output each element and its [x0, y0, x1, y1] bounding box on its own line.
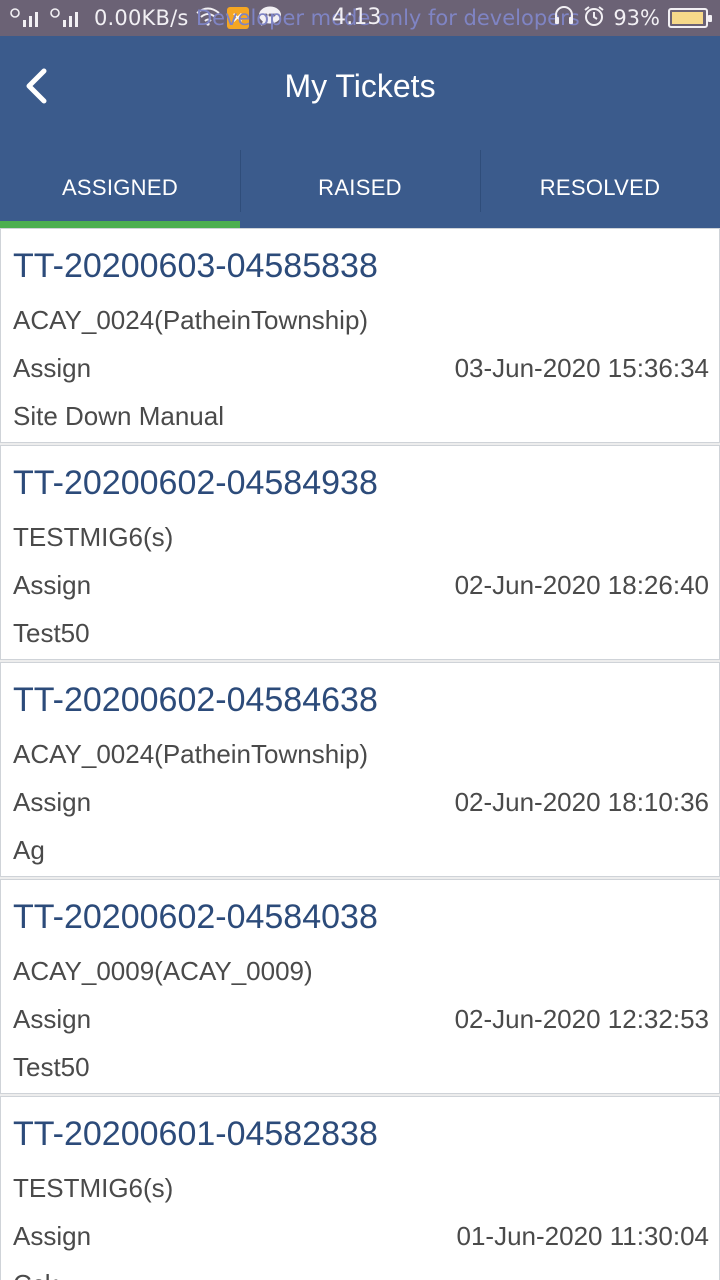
headset-icon [553, 5, 575, 32]
ticket-card[interactable]: TT-20200602-04584938 TESTMIG6(s) Assign … [0, 445, 720, 660]
ticket-site: ACAY_0024(PatheinTownship) [13, 739, 369, 769]
ticket-description: Site Down Manual [13, 401, 224, 431]
ticket-site: ACAY_0009(ACAY_0009) [13, 956, 313, 986]
alarm-icon [583, 5, 605, 32]
signal-icon [50, 8, 84, 28]
ticket-date: 02-Jun-2020 18:26:40 [454, 570, 709, 600]
ticket-status: Assign [13, 1004, 92, 1034]
ticket-description: Test50 [13, 618, 90, 648]
ticket-description: Test50 [13, 1052, 90, 1082]
ticket-list: TT-20200603-04585838 ACAY_0024(PatheinTo… [0, 228, 720, 1280]
tab-label: RAISED [318, 175, 402, 200]
network-speed: 0.00KB/s [94, 6, 189, 30]
app-header: My Tickets ASSIGNED RAISED RESOLVED [0, 36, 720, 228]
ticket-card[interactable]: TT-20200603-04585838 ACAY_0024(PatheinTo… [0, 228, 720, 443]
ticket-site: TESTMIG6(s) [13, 522, 174, 552]
tab-label: RESOLVED [539, 175, 661, 200]
ticket-status: Assign [13, 1221, 92, 1251]
tab-label: ASSIGNED [61, 175, 179, 200]
ticket-description: Cck [13, 1269, 58, 1280]
ticket-id: TT-20200603-04585838 [13, 247, 378, 285]
ticket-status: Assign [13, 787, 92, 817]
status-time: 4:13 [332, 5, 382, 30]
status-bar: 0.00KB/s ✕ Developer mode only for devel… [0, 0, 720, 36]
ticket-date: 01-Jun-2020 11:30:04 [456, 1221, 710, 1251]
ticket-card[interactable]: TT-20200602-04584638 ACAY_0024(PatheinTo… [0, 662, 720, 877]
page-title: My Tickets [284, 68, 436, 104]
ticket-status: Assign [13, 353, 92, 383]
battery-icon [668, 8, 712, 28]
ticket-status: Assign [13, 570, 92, 600]
battery-percent: 93% [613, 6, 660, 30]
developer-mode-notice: Developer mode only for developers [196, 6, 580, 30]
ticket-date: 02-Jun-2020 18:10:36 [454, 787, 709, 817]
ticket-site: ACAY_0024(PatheinTownship) [13, 305, 369, 335]
tab-resolved[interactable]: RESOLVED [480, 148, 720, 228]
ticket-description: Ag [13, 835, 45, 865]
signal-icon [10, 8, 44, 28]
ticket-card[interactable]: TT-20200602-04584038 ACAY_0009(ACAY_0009… [0, 879, 720, 1094]
ticket-id: TT-20200602-04584938 [13, 464, 378, 502]
tab-assigned[interactable]: ASSIGNED [0, 148, 240, 228]
tab-bar: ASSIGNED RAISED RESOLVED [0, 148, 720, 228]
status-right: 93% [545, 5, 712, 32]
ticket-date: 03-Jun-2020 15:36:34 [454, 353, 709, 383]
ticket-card[interactable]: TT-20200601-04582838 TESTMIG6(s) Assign … [0, 1096, 720, 1280]
ticket-site: TESTMIG6(s) [13, 1173, 174, 1203]
ticket-id: TT-20200601-04582838 [13, 1115, 378, 1153]
ticket-id: TT-20200602-04584638 [13, 681, 378, 719]
ticket-id: TT-20200602-04584038 [13, 898, 378, 936]
ticket-date: 02-Jun-2020 12:32:53 [454, 1004, 709, 1034]
tab-raised[interactable]: RAISED [240, 148, 480, 228]
